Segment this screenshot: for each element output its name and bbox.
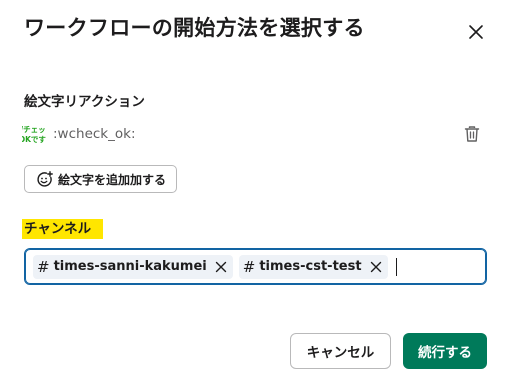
- channel-label: チャンネル: [22, 219, 104, 239]
- add-emoji-icon: [37, 170, 53, 187]
- trash-icon: [464, 126, 480, 142]
- channel-chip-name: times-cst-test: [259, 259, 362, 274]
- wcheck-ok-emoji: Wチェック OKです!: [22, 124, 46, 144]
- channel-select-input[interactable]: # times-sanni-kakumei # times-cst-test: [24, 248, 487, 285]
- workflow-trigger-dialog: ワークフローの開始方法を選択する 絵文字リアクション Wチェック OKです! :…: [0, 0, 508, 388]
- emoji-shortcode: :wcheck_ok:: [53, 126, 136, 142]
- emoji-text-line-1: Wチェック: [22, 124, 46, 134]
- dialog-title: ワークフローの開始方法を選択する: [24, 16, 365, 40]
- text-caret: [395, 257, 398, 276]
- channel-chip: # times-sanni-kakumei: [33, 254, 233, 279]
- close-icon: [469, 25, 483, 39]
- remove-emoji-button[interactable]: [460, 122, 484, 146]
- continue-button[interactable]: 続行する: [403, 333, 487, 369]
- channel-chip-name: times-sanni-kakumei: [53, 259, 207, 274]
- emoji-text-line-2: OKです!: [22, 135, 46, 144]
- channel-hash-icon: #: [37, 257, 50, 276]
- add-emoji-label: 絵文字を追加加する: [58, 172, 167, 187]
- emoji-reaction-row: Wチェック OKです! :wcheck_ok:: [22, 122, 486, 146]
- remove-icon: [215, 261, 226, 272]
- close-button[interactable]: [464, 20, 488, 44]
- emoji-reaction-label: 絵文字リアクション: [24, 94, 145, 110]
- remove-icon: [370, 261, 381, 272]
- remove-channel-button[interactable]: [213, 259, 229, 275]
- remove-channel-button[interactable]: [368, 259, 384, 275]
- add-emoji-button[interactable]: 絵文字を追加加する: [24, 165, 178, 193]
- channel-chip: # times-cst-test: [238, 254, 388, 279]
- cancel-button[interactable]: キャンセル: [290, 333, 391, 369]
- channel-hash-icon: #: [242, 257, 256, 276]
